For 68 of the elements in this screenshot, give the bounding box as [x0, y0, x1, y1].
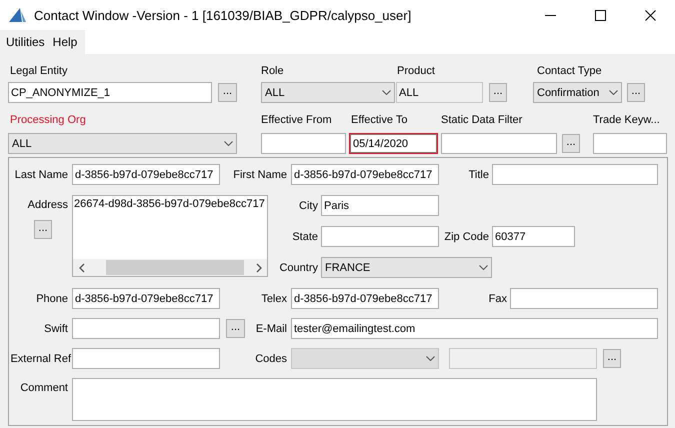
window-title: Contact Window -Version - 1 [161039/BIAB_GDPR/calypso_user]	[34, 8, 412, 22]
dropdown[interactable]: ALL	[8, 133, 237, 154]
field-label: Legal Entity	[10, 65, 68, 77]
dropdown[interactable]: FRANCE	[321, 257, 492, 278]
maximize-icon	[594, 10, 606, 20]
field-label: Trade Keyw...	[593, 114, 661, 126]
text-field[interactable]	[510, 288, 658, 309]
field-label: Codes	[254, 352, 287, 364]
scroll-right-icon	[256, 262, 262, 272]
menu-item[interactable]: Utilities	[2, 35, 49, 49]
app-logo-icon	[6, 7, 28, 23]
text-field[interactable]	[261, 133, 346, 154]
field-label: Product	[397, 65, 436, 77]
horizontal-scrollbar[interactable]	[73, 259, 267, 276]
text-field[interactable]	[321, 226, 439, 247]
chevron-down-icon	[609, 90, 618, 95]
field-label: Last Name	[14, 168, 68, 180]
field-label: Effective To	[351, 114, 408, 126]
dropdown[interactable]: Confirmation	[533, 82, 622, 103]
field-label: Effective From	[261, 114, 333, 126]
text-field[interactable]: d-3856-b97d-079ebe8cc717	[72, 164, 220, 185]
field-label: Address	[26, 199, 68, 211]
field-label: Fax	[488, 292, 507, 304]
field-label: Swift	[43, 322, 68, 334]
chevron-down-icon	[479, 265, 488, 270]
field-label: Phone	[35, 292, 68, 304]
text-field[interactable]: 60377	[492, 226, 575, 247]
field-label: Contact Type	[537, 65, 603, 77]
field-label: State	[291, 230, 318, 242]
text-field[interactable]: 05/14/2020	[349, 133, 438, 154]
chevron-down-icon	[224, 141, 233, 146]
text-field[interactable]: Paris	[321, 195, 439, 216]
field-label: Static Data Filter	[441, 114, 524, 126]
field-label: Comment	[19, 382, 68, 394]
text-field[interactable]	[492, 164, 658, 185]
field-label: E-Mail	[254, 322, 287, 334]
ellipsis-button[interactable]: ...	[562, 134, 580, 153]
text-area[interactable]	[72, 378, 597, 421]
chevron-down-icon	[382, 90, 391, 95]
text-field[interactable]: CP_ANONYMIZE_1	[8, 82, 212, 103]
field-label: External Ref	[9, 352, 71, 364]
scroll-left-icon	[79, 262, 85, 272]
field-label: Role	[261, 65, 285, 77]
field-label: Title	[468, 168, 489, 180]
field-label: First Name	[232, 168, 287, 180]
field-label: Country	[278, 262, 318, 274]
text-field[interactable]	[72, 348, 220, 369]
text-field[interactable]	[593, 133, 667, 154]
ellipsis-button[interactable]: ...	[218, 83, 237, 102]
field-label: Telex	[260, 292, 287, 304]
scroll-thumb[interactable]	[106, 260, 244, 275]
text-area[interactable]: 26674-d98d-3856-b97d-079ebe8cc717	[72, 195, 268, 277]
text-field[interactable]	[441, 133, 557, 154]
chevron-down-icon	[426, 356, 435, 361]
text-field[interactable]: tester@emailingtest.com	[291, 318, 658, 339]
field-label: City	[298, 200, 318, 212]
text-field[interactable]: d-3856-b97d-079ebe8cc717	[291, 164, 439, 185]
ellipsis-button[interactable]: ...	[627, 83, 645, 102]
field-label: Processing Org	[10, 114, 87, 126]
field-label: Zip Code	[443, 230, 489, 242]
menu-item[interactable]: Help	[48, 35, 82, 49]
ellipsis-button[interactable]: ...	[226, 319, 245, 338]
ellipsis-button[interactable]: ...	[34, 220, 52, 239]
text-field[interactable]: d-3856-b97d-079ebe8cc717	[72, 288, 220, 309]
text-field[interactable]	[72, 318, 220, 339]
close-icon	[644, 10, 656, 20]
text-field[interactable]: d-3856-b97d-079ebe8cc717	[291, 288, 439, 309]
dropdown[interactable]: ALL	[261, 82, 395, 103]
